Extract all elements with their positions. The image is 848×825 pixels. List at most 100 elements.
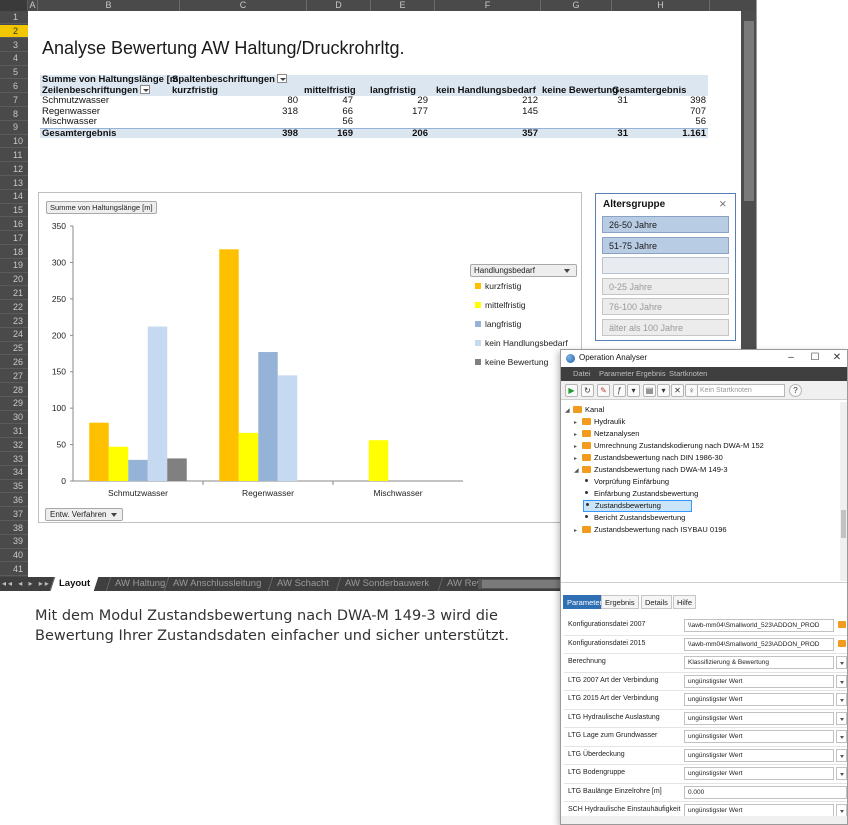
- tree-operation[interactable]: Zustandsbewertung: [583, 500, 692, 512]
- tree-scroll-thumb[interactable]: [841, 510, 846, 538]
- row-header-39[interactable]: 39: [0, 535, 28, 549]
- row-header-32[interactable]: 32: [0, 439, 28, 452]
- row-header-6[interactable]: 6: [0, 80, 28, 94]
- select-all-corner[interactable]: [0, 0, 28, 11]
- pivot-cell[interactable]: 398: [690, 95, 706, 107]
- row-header-5[interactable]: 5: [0, 66, 28, 80]
- parameter-file-path[interactable]: \\awb-mm04\Smallworld_523\ADDON_PROD: [684, 619, 834, 632]
- chevron-down-icon[interactable]: [836, 674, 847, 688]
- row-header-25[interactable]: 25: [0, 342, 28, 356]
- parameter-select[interactable]: ungünstigster Wert: [684, 711, 834, 725]
- row-header-27[interactable]: 27: [0, 370, 28, 383]
- column-header-f[interactable]: F: [435, 0, 541, 11]
- bar-mittelfristig[interactable]: [368, 440, 389, 481]
- row-header-1[interactable]: 1: [0, 11, 28, 25]
- pivot-cell[interactable]: 212: [522, 95, 538, 107]
- row-header-29[interactable]: 29: [0, 397, 28, 411]
- column-header-a[interactable]: A: [28, 0, 38, 11]
- tab-parameter[interactable]: Parameter: [563, 595, 607, 609]
- pivot-cell[interactable]: 31: [617, 95, 628, 107]
- pivot-cell[interactable]: 56: [342, 116, 353, 128]
- row-header-10[interactable]: 10: [0, 135, 28, 149]
- tree-scrollbar[interactable]: [840, 402, 847, 581]
- row-header-34[interactable]: 34: [0, 466, 28, 480]
- flag-icon[interactable]: ▤: [643, 384, 656, 397]
- row-header-41[interactable]: 41: [0, 563, 28, 577]
- pivot-cell[interactable]: 177: [412, 106, 428, 118]
- sheet-tab[interactable]: Layout: [49, 577, 99, 591]
- column-header-h[interactable]: H: [612, 0, 710, 11]
- menu-item[interactable]: Parameter: [599, 368, 634, 380]
- row-header-40[interactable]: 40: [0, 549, 28, 563]
- vertical-scroll-thumb[interactable]: [744, 21, 754, 201]
- slicer-item[interactable]: 76-100 Jahre: [602, 298, 729, 315]
- pivot-cell[interactable]: 398: [282, 128, 298, 140]
- slicer-item[interactable]: [602, 257, 729, 274]
- bar-kurzfristig[interactable]: [89, 422, 109, 481]
- bar-kein-handlungsbedarf[interactable]: [147, 326, 168, 481]
- legend-item[interactable]: kurzfristig: [475, 281, 568, 300]
- parameter-input[interactable]: 0.000: [684, 785, 847, 799]
- start-node-field[interactable]: Kein Startknoten: [695, 384, 785, 397]
- tab-hilfe[interactable]: Hilfe: [673, 595, 697, 609]
- play-icon[interactable]: ▶: [565, 384, 578, 397]
- tree-folder[interactable]: ▸ Netzanalysen: [574, 428, 639, 440]
- bar-kurzfristig[interactable]: [219, 249, 239, 481]
- legend-item[interactable]: kein Handlungsbedarf: [475, 338, 568, 357]
- tree-folder[interactable]: ▸ Hydraulik: [574, 416, 625, 428]
- row-header-37[interactable]: 37: [0, 508, 28, 521]
- function-icon[interactable]: ƒ: [613, 384, 626, 397]
- chevron-down-icon[interactable]: [836, 711, 847, 725]
- maximize-button[interactable]: ☐: [805, 351, 825, 365]
- tab-details[interactable]: Details: [641, 595, 672, 609]
- column-header-d[interactable]: D: [307, 0, 371, 11]
- window-titlebar[interactable]: Operation Analyser – ☐ ✕: [561, 350, 847, 367]
- tree-folder[interactable]: ◢ Zustandsbewertung nach DWA-M 149-3: [574, 464, 728, 476]
- legend-field-button[interactable]: Handlungsbedarf: [470, 264, 577, 277]
- row-header-16[interactable]: 16: [0, 218, 28, 232]
- folder-open-icon[interactable]: [838, 621, 846, 628]
- menu-item[interactable]: Datei: [573, 368, 591, 380]
- row-header-22[interactable]: 22: [0, 301, 28, 314]
- row-header-19[interactable]: 19: [0, 259, 28, 273]
- help-icon[interactable]: ?: [789, 384, 802, 397]
- parameter-file-path[interactable]: \\awb-mm04\Smallworld_523\ADDON_PROD: [684, 637, 834, 651]
- pivot-cell[interactable]: 169: [337, 128, 353, 140]
- row-header-36[interactable]: 36: [0, 494, 28, 508]
- tree-operation[interactable]: Vorprüfung Einfärbung: [583, 476, 669, 488]
- row-header-35[interactable]: 35: [0, 480, 28, 494]
- legend-item[interactable]: langfristig: [475, 319, 568, 338]
- sheet-tab[interactable]: AW Anschlussleitung: [163, 577, 270, 591]
- slicer-item[interactable]: 51-75 Jahre: [602, 236, 729, 254]
- refresh-icon[interactable]: ↻: [581, 384, 594, 397]
- tree-folder[interactable]: ◢ Kanal: [565, 404, 604, 416]
- chevron-down-icon[interactable]: ▾: [657, 384, 670, 397]
- row-header-9[interactable]: 9: [0, 121, 28, 135]
- tab-navigation-arrows[interactable]: ◂◂ ◂ ▸ ▸▸: [2, 578, 51, 590]
- edit-icon[interactable]: ✎: [597, 384, 610, 397]
- bar-keine-bewertung[interactable]: [167, 458, 187, 481]
- row-header-7[interactable]: 7: [0, 94, 28, 107]
- bar-langfristig[interactable]: [258, 352, 278, 481]
- row-header-38[interactable]: 38: [0, 522, 28, 535]
- legend-item[interactable]: keine Bewertung: [475, 357, 568, 376]
- chevron-down-icon[interactable]: ▾: [627, 384, 640, 397]
- pivot-cell[interactable]: 80: [287, 95, 298, 107]
- sheet-tab[interactable]: AW Schacht: [267, 577, 338, 591]
- tree-operation[interactable]: Bericht Zustandsbewertung: [583, 512, 685, 524]
- menu-item[interactable]: Ergebnis: [636, 368, 666, 380]
- delete-icon[interactable]: ✕: [671, 384, 684, 397]
- column-header-e[interactable]: E: [371, 0, 435, 11]
- pivot-cell[interactable]: 56: [695, 116, 706, 128]
- row-header-31[interactable]: 31: [0, 425, 28, 439]
- chevron-down-icon[interactable]: [836, 693, 847, 706]
- expand-arrow-icon[interactable]: ▸: [574, 525, 582, 537]
- pivot-chart[interactable]: Summe von Haltungslänge [m] 0 50 100 150 200…: [38, 192, 582, 523]
- row-header-24[interactable]: 24: [0, 328, 28, 342]
- chevron-down-icon[interactable]: [836, 748, 847, 762]
- parameter-select[interactable]: Klassifizierung & Bewertung: [684, 656, 834, 669]
- row-header-8[interactable]: 8: [0, 108, 28, 121]
- chevron-down-icon[interactable]: [836, 656, 847, 669]
- slicer-item[interactable]: älter als 100 Jahre: [602, 318, 729, 336]
- pivot-column-labels[interactable]: Spaltenbeschriftungen: [172, 74, 287, 86]
